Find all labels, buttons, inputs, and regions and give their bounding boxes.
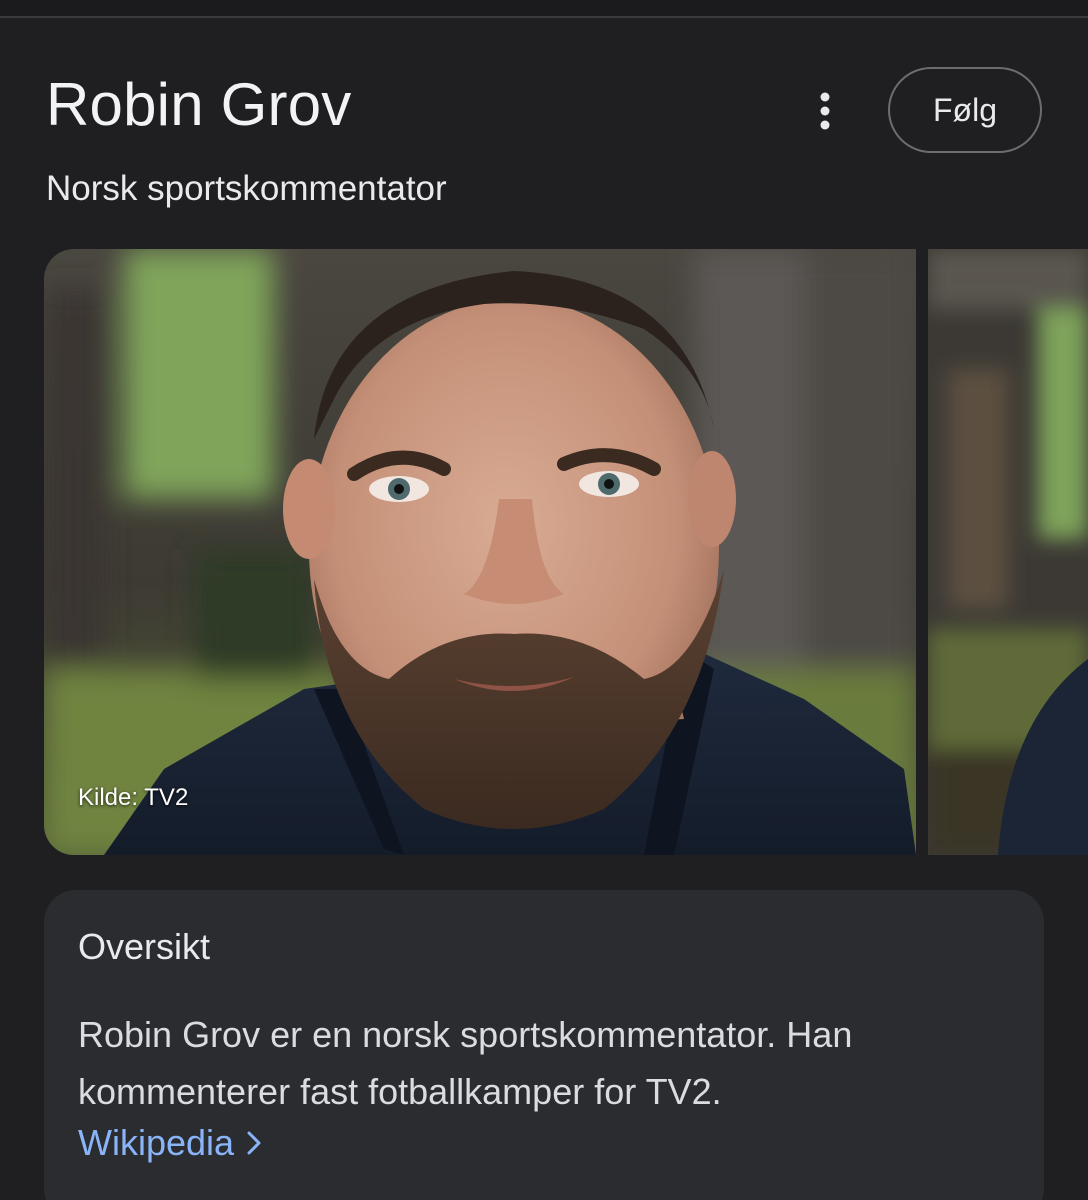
knowledge-panel: Robin Grov Følg Norsk sportskommentator — [0, 0, 1088, 1200]
main-photo[interactable] — [44, 249, 916, 855]
secondary-photo[interactable] — [928, 249, 1088, 855]
entity-subtitle: Norsk sportskommentator — [46, 169, 447, 208]
entity-title: Robin Grov — [46, 71, 352, 138]
overview-heading: Oversikt — [78, 926, 211, 967]
image-source-caption: Kilde: TV2 — [78, 784, 189, 811]
top-divider — [0, 0, 1088, 18]
more-vert-icon — [820, 92, 830, 130]
wikipedia-link-label: Wikipedia — [78, 1122, 235, 1163]
wikipedia-link[interactable]: Wikipedia — [78, 1122, 262, 1164]
follow-button[interactable]: Følg — [888, 67, 1042, 153]
secondary-image — [928, 249, 1088, 855]
overview-text: Robin Grov er en norsk sportskommentator… — [78, 1014, 853, 1112]
portrait-image — [44, 249, 916, 855]
more-options-button[interactable] — [800, 86, 850, 136]
chevron-right-icon — [247, 1131, 261, 1155]
